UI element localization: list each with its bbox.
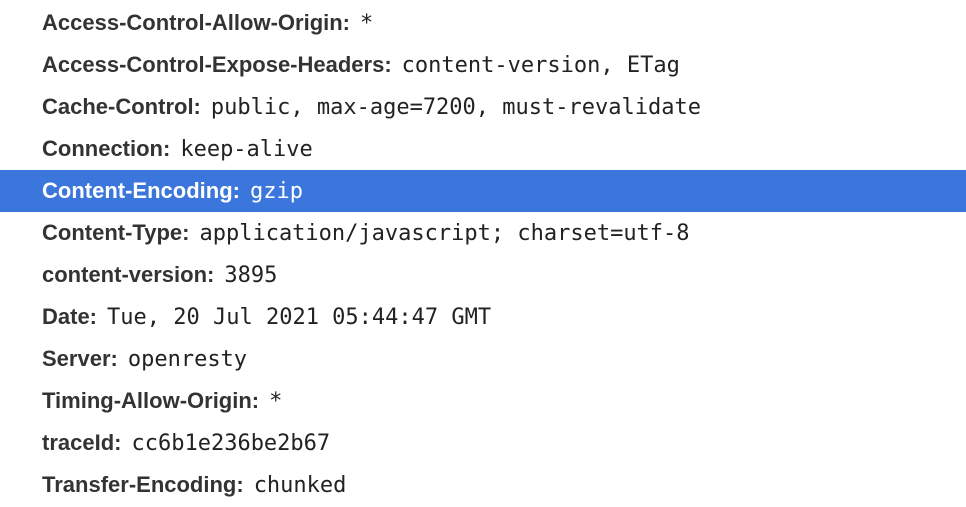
header-value: chunked [253,473,347,498]
header-name: Access-Control-Expose-Headers: [42,52,392,77]
header-value: public, max-age=7200, must-revalidate [210,95,701,120]
header-value: application/javascript; charset=utf-8 [199,221,690,246]
header-value: cc6b1e236be2b67 [131,431,331,456]
header-name: Access-Control-Allow-Origin: [42,10,351,35]
header-row-access-control-expose-headers[interactable]: Access-Control-Expose-Headers: content-ve… [0,44,966,86]
header-name: traceId: [42,430,122,455]
header-row-date[interactable]: Date: Tue, 20 Jul 2021 05:44:47 GMT [0,296,966,338]
header-name: Date: [42,304,98,329]
header-row-content-type[interactable]: Content-Type: application/javascript; cha… [0,212,966,254]
header-row-content-version[interactable]: content-version: 3895 [0,254,966,296]
header-name: Transfer-Encoding: [42,472,244,497]
header-row-transfer-encoding[interactable]: Transfer-Encoding: chunked [0,464,966,506]
header-row-access-control-allow-origin[interactable]: Access-Control-Allow-Origin: * [0,2,966,44]
header-name: content-version: [42,262,215,287]
header-row-content-encoding[interactable]: Content-Encoding: gzip [0,170,966,212]
header-value: * [360,11,374,36]
header-name: Connection: [42,136,171,161]
header-row-cache-control[interactable]: Cache-Control: public, max-age=7200, must… [0,86,966,128]
header-value: 3895 [224,263,278,288]
header-row-server[interactable]: Server: openresty [0,338,966,380]
header-value: * [269,389,283,414]
header-name: Cache-Control: [42,94,201,119]
header-row-traceid[interactable]: traceId: cc6b1e236be2b67 [0,422,966,464]
header-value: keep-alive [180,137,313,162]
response-headers-list: Access-Control-Allow-Origin: * Access-Con… [0,2,966,506]
header-value: Tue, 20 Jul 2021 05:44:47 GMT [107,305,492,330]
header-value: gzip [249,179,303,204]
header-row-connection[interactable]: Connection: keep-alive [0,128,966,170]
header-name: Content-Type: [42,220,190,245]
header-name: Timing-Allow-Origin: [42,388,260,413]
header-value: content-version, ETag [401,53,680,78]
header-name: Content-Encoding: [42,178,240,203]
header-row-timing-allow-origin[interactable]: Timing-Allow-Origin: * [0,380,966,422]
header-name: Server: [42,346,118,371]
header-value: openresty [127,347,248,372]
